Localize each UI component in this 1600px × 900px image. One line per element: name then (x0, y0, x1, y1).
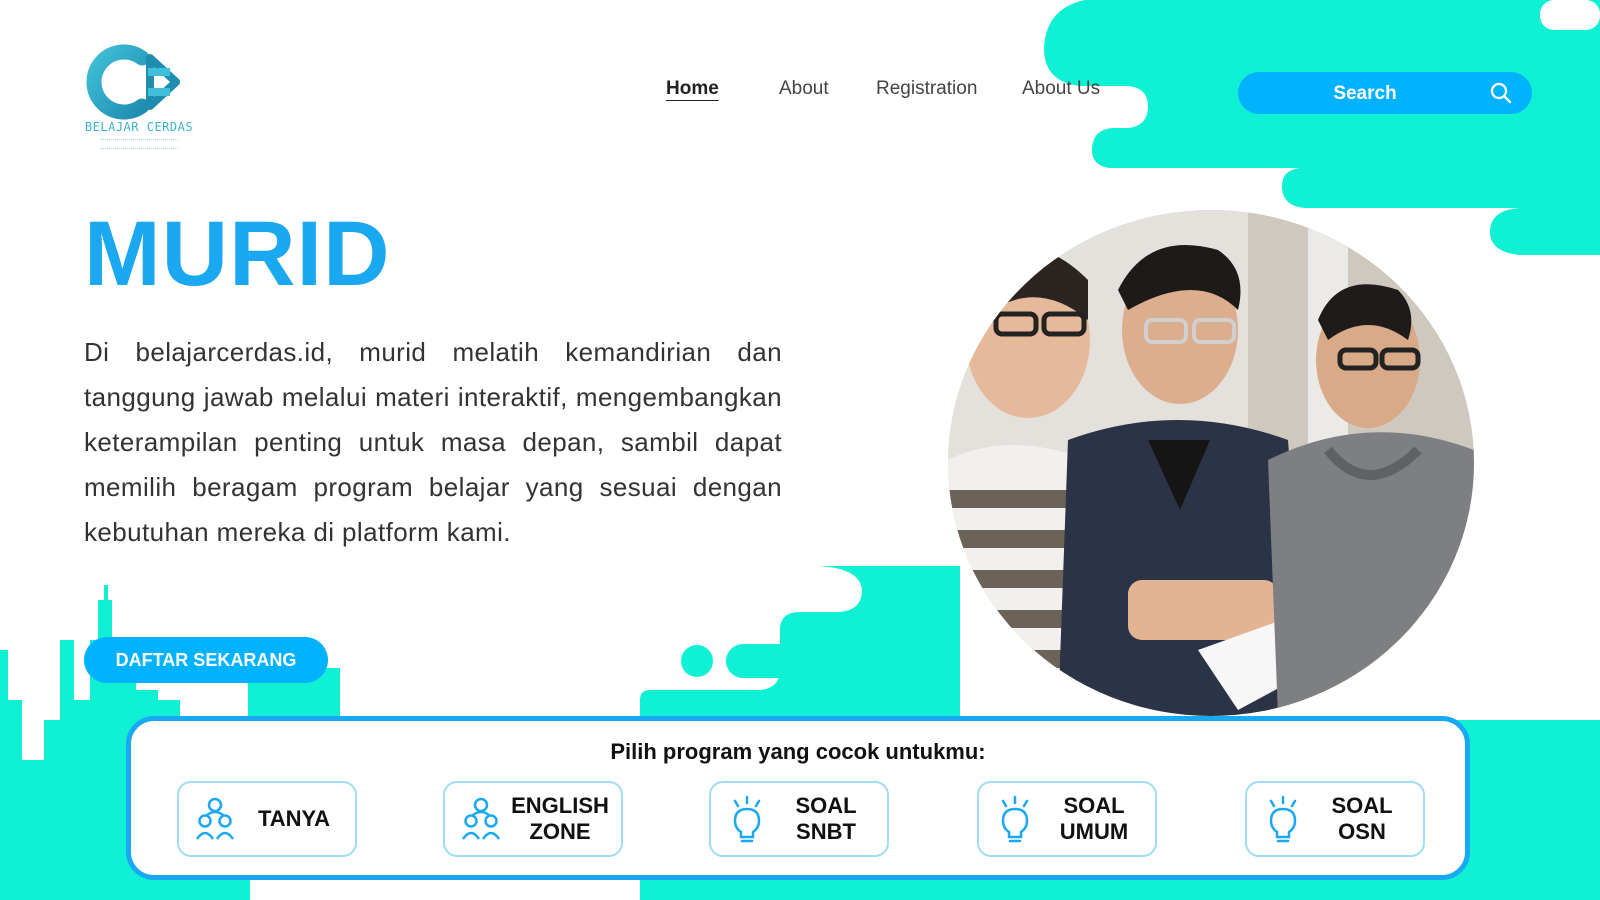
people-group-icon (461, 797, 501, 840)
nav-about[interactable]: About (779, 78, 829, 100)
program-label: SOAL OSN (1331, 793, 1393, 844)
lightbulb-icon (733, 795, 761, 843)
program-soal-snbt[interactable]: SOAL SNBT (709, 781, 889, 857)
program-label: ENGLISH ZONE (511, 793, 609, 844)
lightbulb-icon (1269, 795, 1297, 843)
logo-tagline-decor (100, 139, 178, 149)
nav-home[interactable]: Home (666, 78, 719, 100)
program-english-zone[interactable]: ENGLISH ZONE (443, 781, 623, 857)
program-tanya[interactable]: TANYA (177, 781, 357, 857)
lightbulb-icon (1001, 795, 1029, 843)
search-bar[interactable]: Search (1238, 72, 1532, 114)
program-label: TANYA (257, 806, 331, 831)
program-label: SOAL SNBT (795, 793, 857, 844)
nav-registration[interactable]: Registration (876, 78, 977, 100)
logo-mark-icon (86, 44, 180, 120)
brand-logo[interactable]: BELAJAR CERDAS (84, 44, 194, 154)
search-label: Search (1333, 83, 1397, 104)
page-title: MURID (84, 203, 391, 305)
program-panel: Pilih program yang cocok untukmu: TANYA … (126, 716, 1470, 880)
program-soal-osn[interactable]: SOAL OSN (1245, 781, 1425, 857)
people-group-icon (195, 797, 235, 840)
search-icon[interactable] (1490, 82, 1512, 104)
logo-text: BELAJAR CERDAS (84, 120, 194, 134)
nav-about-us[interactable]: About Us (1022, 78, 1100, 100)
students-photo (948, 210, 1474, 716)
register-now-button[interactable]: DAFTAR SEKARANG (84, 637, 328, 683)
hero-description: Di belajarcerdas.id, murid melatih keman… (84, 337, 782, 547)
program-label: SOAL UMUM (1059, 793, 1129, 844)
program-soal-umum[interactable]: SOAL UMUM (977, 781, 1157, 857)
program-panel-title: Pilih program yang cocok untukmu: (610, 739, 986, 764)
